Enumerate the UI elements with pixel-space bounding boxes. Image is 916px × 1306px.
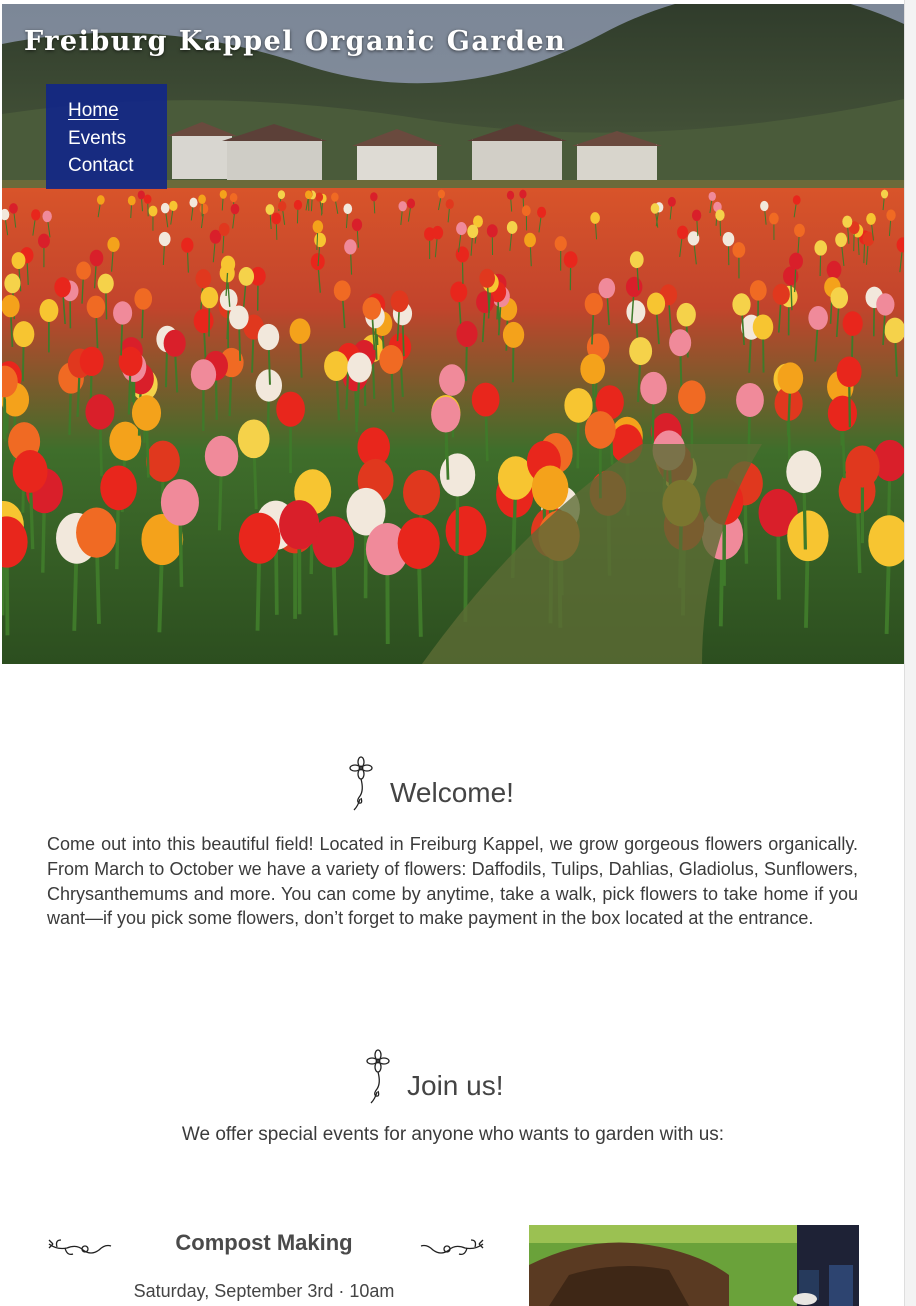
welcome-text: Come out into this beautiful field! Loca… xyxy=(47,834,858,929)
welcome-heading: Welcome! xyxy=(346,754,514,812)
flourish-left-icon xyxy=(48,1239,112,1256)
nav-events-link[interactable]: Events xyxy=(68,125,167,153)
join-heading: Join us! xyxy=(363,1047,504,1105)
compost-photo xyxy=(529,1225,859,1306)
event-date: Saturday, September 3rd · 10am xyxy=(133,1281,395,1301)
main-nav: Home Events Contact xyxy=(46,84,167,189)
nav-home-link[interactable]: Home xyxy=(68,97,167,125)
site-title: Freiburg Kappel Organic Garden xyxy=(24,26,567,57)
flower-icon xyxy=(349,756,373,811)
event-title: Compost Making xyxy=(175,1230,353,1255)
join-intro-text: We offer special events for anyone who w… xyxy=(181,1124,725,1145)
hero-banner: Freiburg Kappel Organic Garden Home Even… xyxy=(2,4,904,664)
page: Freiburg Kappel Organic Garden Home Even… xyxy=(2,4,904,1306)
join-title: Join us! xyxy=(407,1070,504,1101)
window-edge xyxy=(904,0,916,1306)
flourish-right-icon xyxy=(420,1239,484,1256)
nav-contact-link[interactable]: Contact xyxy=(68,152,167,180)
flower-icon xyxy=(366,1049,390,1104)
welcome-title: Welcome! xyxy=(390,777,514,808)
